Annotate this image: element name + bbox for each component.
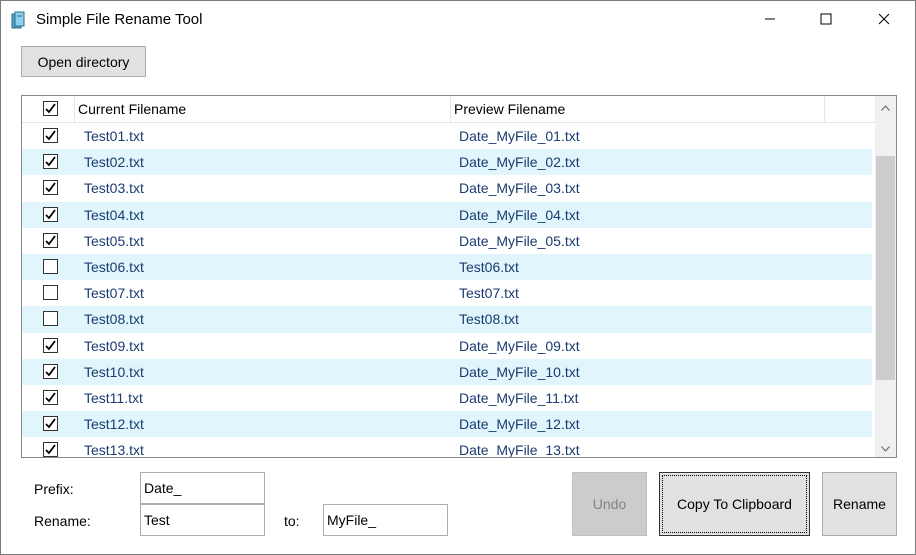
maximize-button[interactable] (803, 1, 849, 39)
current-filename: Test02.txt (84, 154, 144, 171)
preview-filename: Date_MyFile_03.txt (459, 180, 580, 197)
row-checkbox[interactable] (43, 442, 58, 457)
row-checkbox[interactable] (43, 206, 58, 222)
row-checkbox[interactable] (43, 363, 58, 379)
preview-filename: Test06.txt (459, 258, 519, 275)
window-title: Simple File Rename Tool (36, 11, 203, 28)
preview-filename: Test07.txt (459, 285, 519, 302)
maximize-icon (820, 12, 832, 28)
current-filename: Test11.txt (84, 389, 143, 406)
row-checkbox[interactable] (43, 416, 58, 432)
current-filename: Test04.txt (84, 206, 144, 223)
column-header-preview[interactable]: Preview Filename (451, 96, 825, 123)
preview-filename: Date_MyFile_05.txt (459, 232, 580, 249)
table-row[interactable]: Test07.txt Test07.txt (22, 280, 872, 306)
copy-to-clipboard-button[interactable]: Copy To Clipboard (659, 472, 810, 536)
row-checkbox[interactable] (43, 337, 58, 353)
current-filename: Test05.txt (84, 232, 144, 249)
current-filename: Test08.txt (84, 311, 144, 328)
table-row[interactable]: Test04.txt Date_MyFile_04.txt (22, 201, 872, 228)
close-button[interactable] (861, 1, 907, 39)
title-bar[interactable]: Simple File Rename Tool (1, 1, 915, 39)
current-filename: Test03.txt (84, 180, 144, 197)
chevron-up-icon (881, 98, 890, 114)
vertical-scrollbar[interactable] (875, 96, 896, 457)
row-checkbox[interactable] (43, 180, 58, 196)
minimize-icon (764, 12, 776, 28)
close-icon (878, 12, 890, 28)
table-row[interactable]: Test12.txt Date_MyFile_12.txt (22, 411, 872, 438)
app-icon (11, 11, 27, 29)
preview-filename: Date_MyFile_04.txt (459, 206, 580, 223)
scroll-down-button[interactable] (875, 437, 896, 457)
table-row[interactable]: Test10.txt Date_MyFile_10.txt (22, 358, 872, 385)
scroll-up-button[interactable] (875, 96, 896, 116)
prefix-input[interactable]: Date_ (140, 472, 265, 504)
rename-input[interactable]: Test (140, 504, 265, 536)
current-filename: Test07.txt (84, 285, 144, 302)
preview-filename: Date_MyFile_11.txt (459, 389, 579, 406)
prefix-label: Prefix: (34, 481, 74, 497)
rename-label: Rename: (34, 513, 91, 529)
row-checkbox[interactable] (43, 311, 58, 327)
list-rows: Test01.txt Date_MyFile_01.txt Test02.txt Da… (22, 123, 872, 458)
app-window: Simple File Rename Tool Open directory C… (0, 0, 916, 555)
row-checkbox[interactable] (43, 232, 58, 248)
preview-filename: Date_MyFile_02.txt (459, 154, 580, 171)
table-row[interactable]: Test01.txt Date_MyFile_01.txt (22, 123, 872, 149)
row-checkbox[interactable] (43, 389, 58, 405)
preview-filename: Date_MyFile_13.txt (459, 442, 580, 458)
current-filename: Test12.txt (84, 416, 144, 433)
chevron-down-icon (881, 439, 890, 455)
list-header: Current Filename Preview Filename (22, 96, 876, 123)
table-row[interactable]: Test06.txt Test06.txt (22, 253, 872, 281)
open-directory-button[interactable]: Open directory (21, 46, 146, 77)
preview-filename: Test08.txt (459, 311, 519, 328)
rename-button[interactable]: Rename (822, 472, 897, 536)
table-row[interactable]: Test02.txt Date_MyFile_02.txt (22, 149, 872, 176)
to-input[interactable]: MyFile_ (323, 504, 448, 536)
table-row[interactable]: Test09.txt Date_MyFile_09.txt (22, 333, 872, 359)
file-list: Current Filename Preview Filename Test01… (21, 95, 897, 458)
row-checkbox[interactable] (43, 128, 58, 143)
column-header-current[interactable]: Current Filename (75, 96, 451, 123)
row-checkbox[interactable] (43, 154, 58, 170)
table-row[interactable]: Test13.txt Date_MyFile_13.txt (22, 437, 872, 458)
current-filename: Test10.txt (84, 363, 144, 380)
preview-filename: Date_MyFile_09.txt (459, 337, 580, 354)
current-filename: Test09.txt (84, 337, 144, 354)
header-check-column[interactable] (22, 96, 75, 123)
preview-filename: Date_MyFile_01.txt (459, 128, 580, 144)
minimize-button[interactable] (747, 1, 793, 39)
table-row[interactable]: Test05.txt Date_MyFile_05.txt (22, 228, 872, 254)
current-filename: Test01.txt (84, 128, 144, 144)
table-row[interactable]: Test03.txt Date_MyFile_03.txt (22, 175, 872, 201)
row-checkbox[interactable] (43, 258, 58, 274)
preview-filename: Date_MyFile_12.txt (459, 416, 580, 433)
preview-filename: Date_MyFile_10.txt (459, 363, 580, 380)
row-checkbox[interactable] (43, 285, 58, 301)
table-row[interactable]: Test11.txt Date_MyFile_11.txt (22, 385, 872, 411)
current-filename: Test06.txt (84, 258, 144, 275)
current-filename: Test13.txt (84, 442, 144, 458)
scroll-thumb[interactable] (876, 156, 895, 380)
column-header-filler (825, 96, 876, 123)
undo-button[interactable]: Undo (572, 472, 647, 536)
select-all-checkbox[interactable] (43, 101, 58, 116)
to-label: to: (284, 513, 300, 529)
table-row[interactable]: Test08.txt Test08.txt (22, 306, 872, 333)
